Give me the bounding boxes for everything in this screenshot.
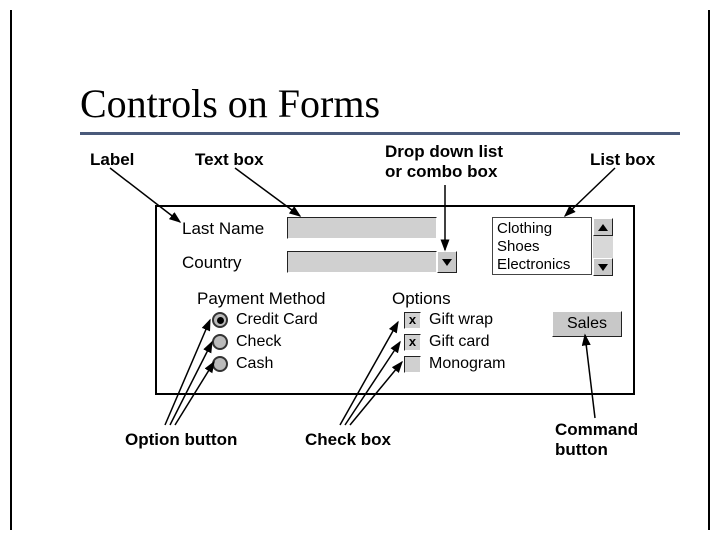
annotation-textbox: Text box <box>195 150 264 170</box>
checkbox-label: Monogram <box>429 355 505 373</box>
payment-method-label: Payment Method <box>197 289 326 309</box>
category-listbox[interactable]: Clothing Shoes Electronics <box>492 217 592 275</box>
checkbox-monogram[interactable]: Monogram <box>404 355 505 373</box>
list-item[interactable]: Electronics <box>497 256 587 274</box>
radio-credit-card[interactable]: Credit Card <box>212 311 318 329</box>
form-frame: Last Name Country Clothing Shoes Electro… <box>155 205 635 395</box>
checkbox-gift-wrap[interactable]: x Gift wrap <box>404 311 493 329</box>
radio-label: Credit Card <box>236 311 318 329</box>
last-name-input[interactable] <box>287 217 437 239</box>
sales-button[interactable]: Sales <box>552 311 622 337</box>
title-underline <box>80 132 680 135</box>
radio-icon <box>212 312 228 328</box>
country-combo[interactable] <box>287 251 437 273</box>
checkbox-icon: x <box>404 334 421 351</box>
options-label: Options <box>392 289 451 309</box>
annotation-dropdown: Drop down list or combo box <box>385 142 503 182</box>
listbox-scrollbar[interactable] <box>593 218 613 276</box>
list-item[interactable]: Clothing <box>497 220 587 238</box>
checkbox-icon <box>404 356 421 373</box>
radio-icon <box>212 334 228 350</box>
annotation-listbox: List box <box>590 150 655 170</box>
annotation-label: Label <box>90 150 134 170</box>
page-title: Controls on Forms <box>80 80 380 127</box>
radio-cash[interactable]: Cash <box>212 355 273 373</box>
radio-check[interactable]: Check <box>212 333 281 351</box>
radio-icon <box>212 356 228 372</box>
scroll-down-button[interactable] <box>593 258 613 276</box>
annotation-option-button: Option button <box>125 430 237 450</box>
radio-label: Cash <box>236 355 273 373</box>
scroll-track[interactable] <box>593 236 613 258</box>
last-name-label: Last Name <box>182 219 264 239</box>
country-combo-button[interactable] <box>437 251 457 273</box>
annotation-checkbox: Check box <box>305 430 391 450</box>
annotation-command-button: Command button <box>555 420 638 460</box>
list-item[interactable]: Shoes <box>497 238 587 256</box>
checkbox-gift-card[interactable]: x Gift card <box>404 333 489 351</box>
scroll-up-button[interactable] <box>593 218 613 236</box>
country-label: Country <box>182 253 242 273</box>
checkbox-label: Gift wrap <box>429 311 493 329</box>
checkbox-icon: x <box>404 312 421 329</box>
checkbox-label: Gift card <box>429 333 489 351</box>
radio-label: Check <box>236 333 281 351</box>
